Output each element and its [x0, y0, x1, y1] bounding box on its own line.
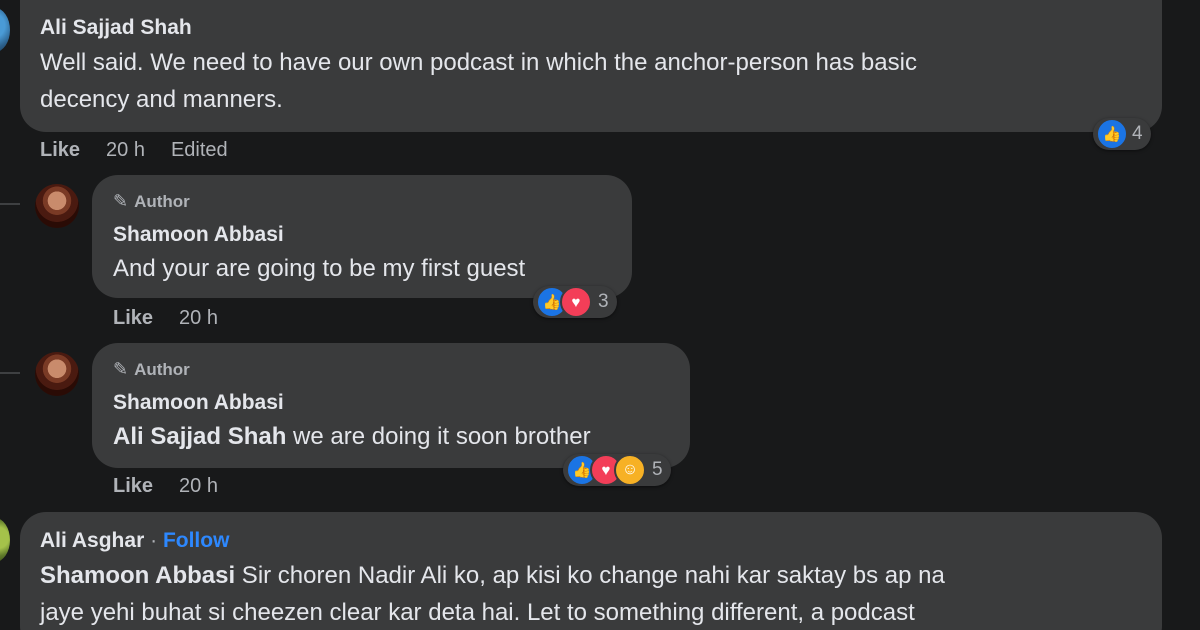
- comment-text-line: decency and manners.: [40, 86, 283, 113]
- care-icon: ☺: [614, 454, 646, 486]
- like-button[interactable]: Like: [40, 139, 80, 161]
- comment-text: And your are going to be my first guest: [113, 255, 526, 282]
- reaction-count: 3: [598, 291, 609, 312]
- reaction-count: 5: [652, 459, 663, 480]
- author-badge: ✎ Author: [113, 191, 190, 211]
- reactions-summary[interactable]: 👍 ♥ 3: [533, 286, 617, 318]
- timestamp[interactable]: 20 h: [179, 307, 218, 329]
- pen-icon: ✎: [113, 359, 129, 379]
- timestamp[interactable]: 20 h: [106, 139, 145, 161]
- reactions-summary[interactable]: 👍 ♥ ☺ 5: [563, 454, 671, 486]
- reaction-count: 4: [1132, 123, 1143, 144]
- edited-label: Edited: [170, 139, 228, 161]
- comment-author[interactable]: Shamoon Abbasi: [113, 223, 284, 247]
- love-icon: ♥: [560, 286, 592, 318]
- pen-icon: ✎: [113, 191, 129, 211]
- comment-author[interactable]: Ali Sajjad Shah: [40, 16, 192, 40]
- comment-actions: Like 20 h Edited: [40, 139, 228, 162]
- comments-thread: Ali Sajjad Shah Well said. We need to ha…: [0, 0, 1200, 630]
- thread-connector: [0, 372, 20, 374]
- thread-connector: [0, 203, 20, 205]
- author-badge: ✎ Author: [113, 359, 190, 379]
- like-icon: 👍: [1096, 118, 1128, 150]
- avatar[interactable]: [35, 184, 79, 228]
- comment-author[interactable]: Shamoon Abbasi: [113, 391, 284, 415]
- timestamp[interactable]: 20 h: [179, 475, 218, 497]
- comment-author[interactable]: Ali Asghar: [40, 529, 144, 552]
- like-button[interactable]: Like: [113, 475, 153, 497]
- like-button[interactable]: Like: [113, 307, 153, 329]
- comment-actions: Like 20 h: [113, 307, 218, 330]
- avatar[interactable]: [0, 518, 10, 562]
- comment-text-line: jaye yehi buhat si cheezen clear kar det…: [40, 599, 915, 626]
- follow-button[interactable]: Follow: [163, 529, 230, 552]
- comment-text-line: Well said. We need to have our own podca…: [40, 49, 917, 76]
- reactions-summary[interactable]: 👍 4: [1093, 118, 1151, 150]
- mention-link[interactable]: Ali Sajjad Shah: [113, 423, 286, 450]
- mention-link[interactable]: Shamoon Abbasi: [40, 562, 235, 589]
- comment-text: Ali Sajjad Shah we are doing it soon bro…: [113, 423, 591, 450]
- separator-dot: ·: [150, 529, 158, 552]
- comment-header: Ali Asghar · Follow: [40, 529, 229, 553]
- avatar[interactable]: [35, 352, 79, 396]
- avatar[interactable]: [0, 8, 10, 52]
- comment-text-line: Shamoon Abbasi Sir choren Nadir Ali ko, …: [40, 562, 945, 589]
- comment-actions: Like 20 h: [113, 475, 218, 498]
